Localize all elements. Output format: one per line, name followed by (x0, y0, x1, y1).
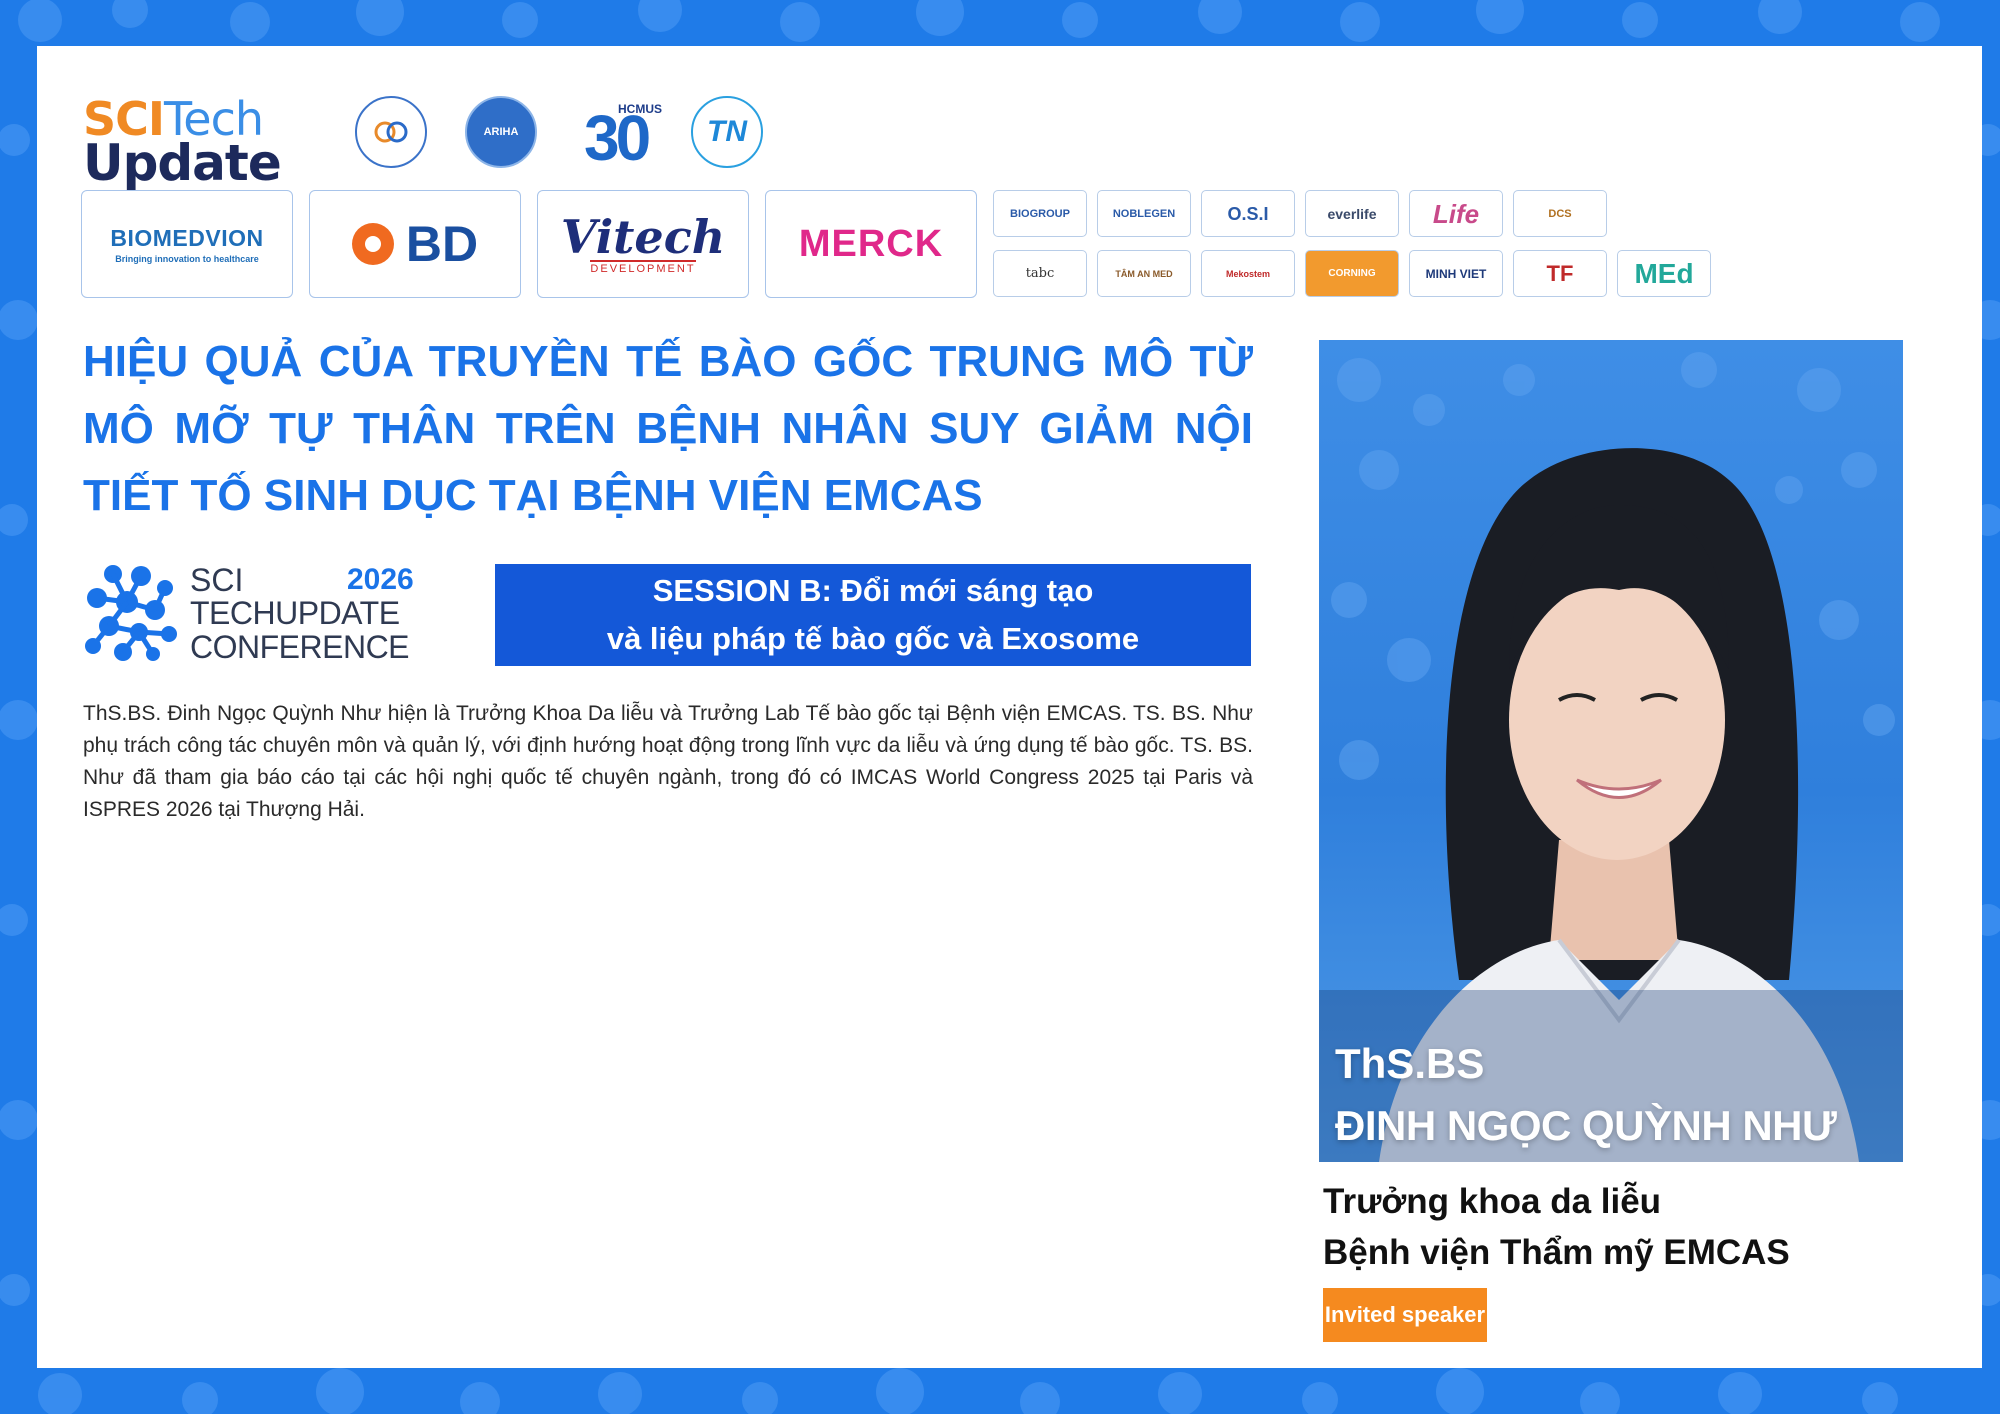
sponsor-small: MINH VIET (1409, 250, 1503, 297)
sponsor-small: Life (1409, 190, 1503, 237)
sponsor-biomedvion: BIOMEDVION Bringing innovation to health… (81, 190, 293, 298)
talk-title: HIỆU QUẢ CỦA TRUYỀN TẾ BÀO GỐC TRUNG MÔ … (83, 337, 1253, 520)
sponsor-vitech: Vitech DEVELOPMENT (537, 190, 749, 298)
cell-icon (374, 121, 408, 143)
content-card: SCITech Update ARIHA HCMUS 30 TN BIOMEDV… (37, 46, 1982, 1368)
sponsor-small: NOBLEGEN (1097, 190, 1191, 237)
sponsor-small: TÂM AN MED (1097, 250, 1191, 297)
sponsor-small: DCS (1513, 190, 1607, 237)
invited-speaker-badge: Invited speaker (1323, 1288, 1487, 1342)
sponsor-small: everlife (1305, 190, 1399, 237)
sponsor-merck: MERCK (765, 190, 977, 298)
speaker-role: Trưởng khoa da liễu Bệnh viện Thẩm mỹ EM… (1323, 1182, 1790, 1272)
speaker-photo: ThS.BS ĐINH NGỌC QUỲNH NHƯ (1319, 340, 1903, 1162)
sponsor-small: TF (1513, 250, 1607, 297)
stem-cell-institute-logo (355, 96, 427, 168)
speaker-name: ĐINH NGỌC QUỲNH NHƯ (1335, 1102, 1837, 1149)
sponsor-small: BIOGROUP (993, 190, 1087, 237)
speaker-bio: ThS.BS. Đinh Ngọc Quỳnh Như hiện là Trưở… (83, 702, 1253, 821)
ariha-logo: ARIHA (465, 96, 537, 168)
sponsor-bd: BD (309, 190, 521, 298)
sponsor-small: Mekostem (1201, 250, 1295, 297)
sponsor-small: MEd (1617, 250, 1711, 297)
tn-hospital-logo: TN (691, 96, 763, 168)
bd-sun-icon (351, 223, 394, 265)
sponsor-small: CORNING (1305, 250, 1399, 297)
session-banner: SESSION B: Đổi mới sáng tạo và liệu pháp… (495, 564, 1251, 666)
conference-logo: SCI 2026 TECHUPDATE CONFERENCE (83, 562, 414, 670)
portrait-illustration (1319, 352, 1903, 1162)
molecule-icon (85, 565, 177, 661)
sponsor-small: O.S.I (1201, 190, 1295, 237)
hcmus-30-logo: HCMUS 30 (584, 102, 662, 174)
sponsor-small: tabc (993, 250, 1087, 297)
speaker-degree: ThS.BS (1335, 1040, 1485, 1087)
